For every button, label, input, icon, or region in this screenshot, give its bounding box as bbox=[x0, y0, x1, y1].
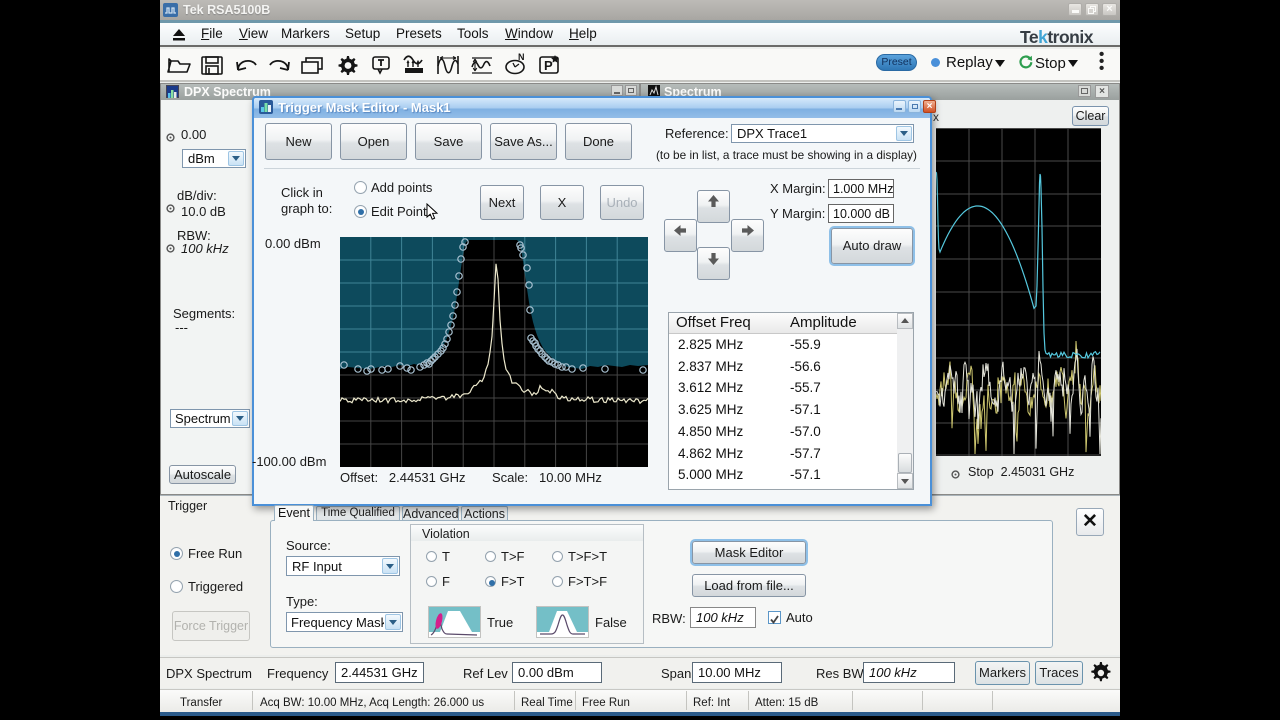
svg-text:N: N bbox=[518, 52, 525, 62]
svg-text:P: P bbox=[544, 58, 553, 73]
